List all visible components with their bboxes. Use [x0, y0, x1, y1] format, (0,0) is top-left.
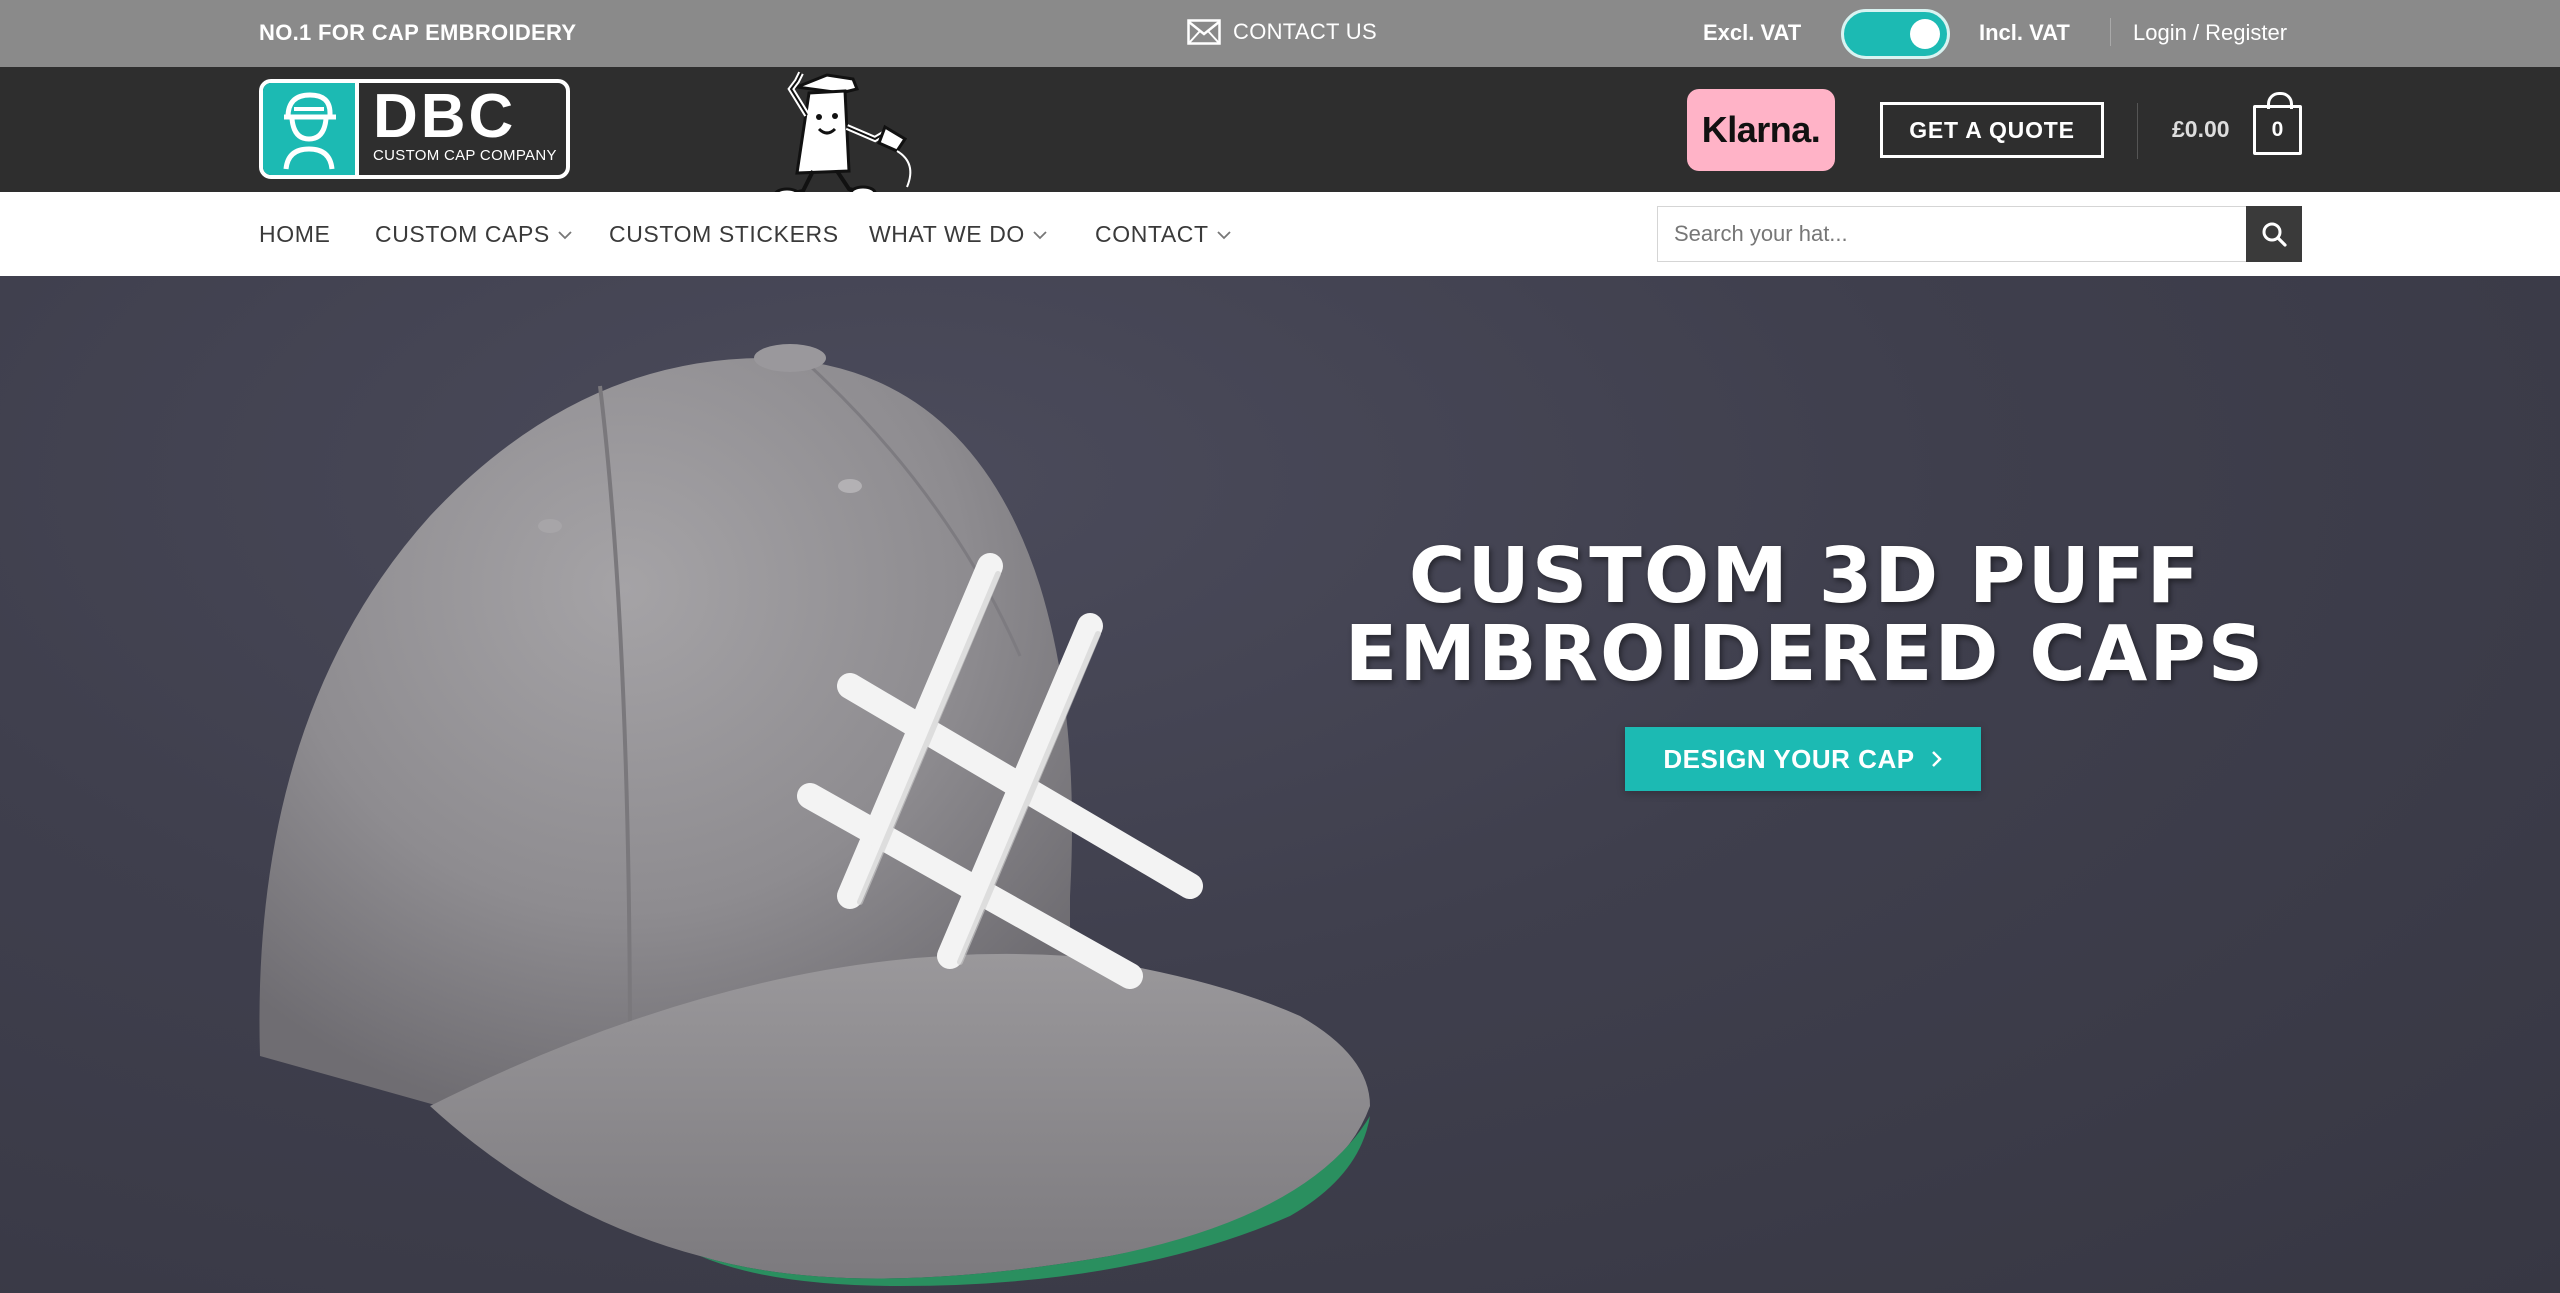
- nav-item-home[interactable]: HOME: [259, 221, 330, 248]
- nav-item-label: CONTACT: [1095, 221, 1209, 247]
- cart-count: 0: [2271, 118, 2284, 141]
- get-a-quote-button[interactable]: GET A QUOTE: [1880, 102, 2104, 158]
- hero-title: CUSTOM 3D PUFF EMBROIDERED CAPS: [1300, 538, 2310, 694]
- nav-item-custom-caps[interactable]: CUSTOM CAPS: [375, 221, 572, 248]
- header: DBC CUSTOM CAP COMPANY Klarna. GET A QUO…: [0, 67, 2560, 210]
- search-input[interactable]: [1658, 207, 2246, 261]
- nav-item-custom-stickers[interactable]: CUSTOM STICKERS: [609, 221, 839, 248]
- hero-title-line-1: CUSTOM 3D PUFF: [1408, 532, 2202, 621]
- search-icon: [2262, 222, 2287, 247]
- chevron-down-icon: [558, 230, 572, 239]
- cap-person-icon: [283, 92, 336, 170]
- cap-product-image: [259, 344, 1370, 1286]
- nav-item-label: HOME: [259, 221, 331, 247]
- login-register-link[interactable]: Login / Register: [2133, 20, 2287, 46]
- vat-toggle-switch[interactable]: [1841, 9, 1950, 59]
- hero-title-line-2: EMBROIDERED CAPS: [1344, 610, 2266, 699]
- nav-item-label: CUSTOM STICKERS: [609, 221, 839, 247]
- klarna-badge[interactable]: Klarna.: [1687, 89, 1835, 171]
- chevron-down-icon: [1217, 230, 1231, 239]
- vat-excl-label: Excl. VAT: [1703, 20, 1802, 45]
- logo-mark: [263, 83, 359, 175]
- chevron-down-icon: [1033, 230, 1047, 239]
- vat-incl-label: Incl. VAT: [1979, 20, 2070, 45]
- divider: [2137, 103, 2138, 159]
- logo[interactable]: DBC CUSTOM CAP COMPANY: [259, 79, 570, 179]
- logo-wordmark: DBC CUSTOM CAP COMPANY: [359, 83, 566, 175]
- cart-icon[interactable]: 0: [2253, 92, 2302, 155]
- contact-us-label: CONTACT US: [1233, 19, 1377, 44]
- search-button[interactable]: [2246, 206, 2302, 262]
- search-bar: [1657, 206, 2302, 262]
- cart-total[interactable]: £0.00: [2172, 116, 2230, 143]
- main-nav: HOME CUSTOM CAPS CUSTOM STICKERS WHAT WE…: [0, 192, 2560, 276]
- nav-item-what-we-do[interactable]: WHAT WE DO: [869, 221, 1047, 248]
- nav-item-contact[interactable]: CONTACT: [1095, 221, 1231, 248]
- divider: [2110, 18, 2111, 46]
- nav-item-label: CUSTOM CAPS: [375, 221, 550, 247]
- envelope-icon: [1187, 19, 1221, 45]
- nav-item-label: WHAT WE DO: [869, 221, 1025, 247]
- toggle-knob: [1910, 19, 1940, 49]
- contact-us-link[interactable]: CONTACT US: [1187, 19, 1377, 45]
- top-bar: NO.1 FOR CAP EMBROIDERY CONTACT US Excl.…: [0, 0, 2560, 67]
- design-your-cap-button[interactable]: DESIGN YOUR CAP: [1625, 727, 1981, 791]
- tagline: NO.1 FOR CAP EMBROIDERY: [259, 20, 577, 45]
- design-your-cap-label: DESIGN YOUR CAP: [1663, 743, 1915, 774]
- logo-subtitle: CUSTOM CAP COMPANY: [373, 147, 557, 164]
- logo-brand: DBC: [373, 82, 517, 151]
- chevron-right-icon: [1931, 751, 1942, 767]
- hero-banner: CUSTOM 3D PUFF EMBROIDERED CAPS DESIGN Y…: [0, 276, 2560, 1293]
